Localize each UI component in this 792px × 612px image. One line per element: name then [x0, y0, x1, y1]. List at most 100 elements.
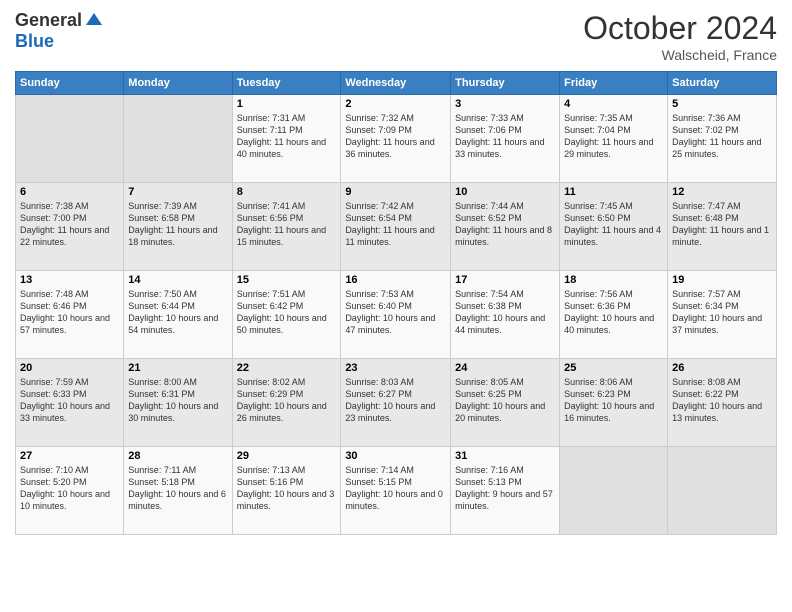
day-info: Sunrise: 7:53 AMSunset: 6:40 PMDaylight:… [345, 288, 446, 337]
day-info: Sunrise: 7:48 AMSunset: 6:46 PMDaylight:… [20, 288, 119, 337]
day-info: Sunrise: 7:13 AMSunset: 5:16 PMDaylight:… [237, 464, 337, 513]
calendar-cell [560, 447, 668, 535]
day-number: 19 [672, 274, 772, 286]
calendar-week-row: 6 Sunrise: 7:38 AMSunset: 7:00 PMDaylight… [16, 183, 777, 271]
title-block: October 2024 Walscheid, France [583, 10, 777, 63]
day-info: Sunrise: 7:41 AMSunset: 6:56 PMDaylight:… [237, 200, 337, 249]
day-number: 24 [455, 362, 555, 374]
day-info: Sunrise: 7:51 AMSunset: 6:42 PMDaylight:… [237, 288, 337, 337]
calendar-cell: 23Sunrise: 8:03 AMSunset: 6:27 PMDayligh… [341, 359, 451, 447]
calendar-cell: 3 Sunrise: 7:33 AMSunset: 7:06 PMDaylight… [451, 95, 560, 183]
day-info: Sunrise: 7:31 AMSunset: 7:11 PMDaylight:… [237, 112, 337, 161]
calendar-cell: 28 Sunrise: 7:11 AMSunset: 5:18 PMDayligh… [124, 447, 232, 535]
header-tuesday: Tuesday [232, 72, 341, 95]
day-number: 14 [128, 274, 227, 286]
calendar-cell: 13 Sunrise: 7:48 AMSunset: 6:46 PMDayligh… [16, 271, 124, 359]
day-number: 2 [345, 98, 446, 110]
day-number: 11 [564, 186, 663, 198]
day-number: 17 [455, 274, 555, 286]
location-subtitle: Walscheid, France [583, 47, 777, 63]
calendar-cell: 31 Sunrise: 7:16 AMSunset: 5:13 PMDayligh… [451, 447, 560, 535]
day-info: Sunrise: 7:50 AMSunset: 6:44 PMDaylight:… [128, 288, 227, 337]
day-number: 5 [672, 98, 772, 110]
day-info: Sunrise: 7:10 AMSunset: 5:20 PMDaylight:… [20, 464, 119, 513]
day-number: 3 [455, 98, 555, 110]
calendar-cell: 25Sunrise: 8:06 AMSunset: 6:23 PMDayligh… [560, 359, 668, 447]
day-number: 18 [564, 274, 663, 286]
logo-blue-text: Blue [15, 31, 54, 52]
day-number: 20 [20, 362, 119, 374]
calendar-cell: 20 Sunrise: 7:59 AMSunset: 6:33 PMDayligh… [16, 359, 124, 447]
day-number: 10 [455, 186, 555, 198]
logo: General Blue [15, 10, 104, 52]
day-info: Sunrise: 8:02 AMSunset: 6:29 PMDaylight:… [237, 376, 337, 425]
calendar-cell: 18 Sunrise: 7:56 AMSunset: 6:36 PMDayligh… [560, 271, 668, 359]
calendar-cell: 8Sunrise: 7:41 AMSunset: 6:56 PMDaylight… [232, 183, 341, 271]
calendar-week-row: 20 Sunrise: 7:59 AMSunset: 6:33 PMDayligh… [16, 359, 777, 447]
day-info: Sunrise: 7:44 AMSunset: 6:52 PMDaylight:… [455, 200, 555, 249]
day-info: Sunrise: 7:11 AMSunset: 5:18 PMDaylight:… [128, 464, 227, 513]
calendar-cell: 16 Sunrise: 7:53 AMSunset: 6:40 PMDayligh… [341, 271, 451, 359]
calendar-page: General Blue October 2024 Walscheid, Fra… [0, 0, 792, 612]
calendar-cell: 6 Sunrise: 7:38 AMSunset: 7:00 PMDaylight… [16, 183, 124, 271]
day-info: Sunrise: 7:57 AMSunset: 6:34 PMDaylight:… [672, 288, 772, 337]
day-number: 1 [237, 98, 337, 110]
day-number: 22 [237, 362, 337, 374]
calendar-cell: 22 Sunrise: 8:02 AMSunset: 6:29 PMDayligh… [232, 359, 341, 447]
day-number: 28 [128, 450, 227, 462]
header-friday: Friday [560, 72, 668, 95]
logo-general-text: General [15, 10, 82, 31]
day-number: 7 [128, 186, 227, 198]
calendar-cell: 2 Sunrise: 7:32 AMSunset: 7:09 PMDaylight… [341, 95, 451, 183]
calendar-cell: 14 Sunrise: 7:50 AMSunset: 6:44 PMDayligh… [124, 271, 232, 359]
day-info: Sunrise: 7:39 AMSunset: 6:58 PMDaylight:… [128, 200, 227, 249]
calendar-week-row: 27 Sunrise: 7:10 AMSunset: 5:20 PMDayligh… [16, 447, 777, 535]
calendar-cell: 21Sunrise: 8:00 AMSunset: 6:31 PMDayligh… [124, 359, 232, 447]
day-info: Sunrise: 7:45 AMSunset: 6:50 PMDaylight:… [564, 200, 663, 249]
day-number: 4 [564, 98, 663, 110]
day-number: 16 [345, 274, 446, 286]
day-info: Sunrise: 7:35 AMSunset: 7:04 PMDaylight:… [564, 112, 663, 161]
day-info: Sunrise: 7:38 AMSunset: 7:00 PMDaylight:… [20, 200, 119, 249]
day-number: 6 [20, 186, 119, 198]
day-info: Sunrise: 7:16 AMSunset: 5:13 PMDaylight:… [455, 464, 555, 513]
calendar-week-row: 13 Sunrise: 7:48 AMSunset: 6:46 PMDayligh… [16, 271, 777, 359]
day-number: 31 [455, 450, 555, 462]
calendar-cell: 5Sunrise: 7:36 AMSunset: 7:02 PMDaylight… [668, 95, 777, 183]
calendar-cell: 27 Sunrise: 7:10 AMSunset: 5:20 PMDayligh… [16, 447, 124, 535]
day-info: Sunrise: 7:56 AMSunset: 6:36 PMDaylight:… [564, 288, 663, 337]
day-info: Sunrise: 8:00 AMSunset: 6:31 PMDaylight:… [128, 376, 227, 425]
day-info: Sunrise: 8:05 AMSunset: 6:25 PMDaylight:… [455, 376, 555, 425]
calendar-week-row: 1 Sunrise: 7:31 AMSunset: 7:11 PMDaylight… [16, 95, 777, 183]
day-number: 9 [345, 186, 446, 198]
logo-icon [84, 11, 104, 31]
day-number: 15 [237, 274, 337, 286]
calendar-cell: 1 Sunrise: 7:31 AMSunset: 7:11 PMDaylight… [232, 95, 341, 183]
day-number: 26 [672, 362, 772, 374]
day-info: Sunrise: 7:59 AMSunset: 6:33 PMDaylight:… [20, 376, 119, 425]
header-wednesday: Wednesday [341, 72, 451, 95]
calendar-cell: 17Sunrise: 7:54 AMSunset: 6:38 PMDayligh… [451, 271, 560, 359]
day-number: 30 [345, 450, 446, 462]
calendar-cell: 19 Sunrise: 7:57 AMSunset: 6:34 PMDayligh… [668, 271, 777, 359]
calendar-table: SundayMondayTuesdayWednesdayThursdayFrid… [15, 71, 777, 535]
day-info: Sunrise: 7:33 AMSunset: 7:06 PMDaylight:… [455, 112, 555, 161]
day-info: Sunrise: 8:08 AMSunset: 6:22 PMDaylight:… [672, 376, 772, 425]
calendar-cell: 24 Sunrise: 8:05 AMSunset: 6:25 PMDayligh… [451, 359, 560, 447]
day-number: 27 [20, 450, 119, 462]
day-info: Sunrise: 7:14 AMSunset: 5:15 PMDaylight:… [345, 464, 446, 513]
day-number: 12 [672, 186, 772, 198]
calendar-cell: 9Sunrise: 7:42 AMSunset: 6:54 PMDaylight… [341, 183, 451, 271]
calendar-header-row: SundayMondayTuesdayWednesdayThursdayFrid… [16, 72, 777, 95]
calendar-cell: 29Sunrise: 7:13 AMSunset: 5:16 PMDayligh… [232, 447, 341, 535]
day-info: Sunrise: 7:32 AMSunset: 7:09 PMDaylight:… [345, 112, 446, 161]
calendar-cell: 30 Sunrise: 7:14 AMSunset: 5:15 PMDayligh… [341, 447, 451, 535]
day-number: 25 [564, 362, 663, 374]
day-number: 13 [20, 274, 119, 286]
header-sunday: Sunday [16, 72, 124, 95]
header-thursday: Thursday [451, 72, 560, 95]
header-saturday: Saturday [668, 72, 777, 95]
calendar-cell [16, 95, 124, 183]
calendar-cell: 7 Sunrise: 7:39 AMSunset: 6:58 PMDaylight… [124, 183, 232, 271]
header: General Blue October 2024 Walscheid, Fra… [15, 10, 777, 63]
